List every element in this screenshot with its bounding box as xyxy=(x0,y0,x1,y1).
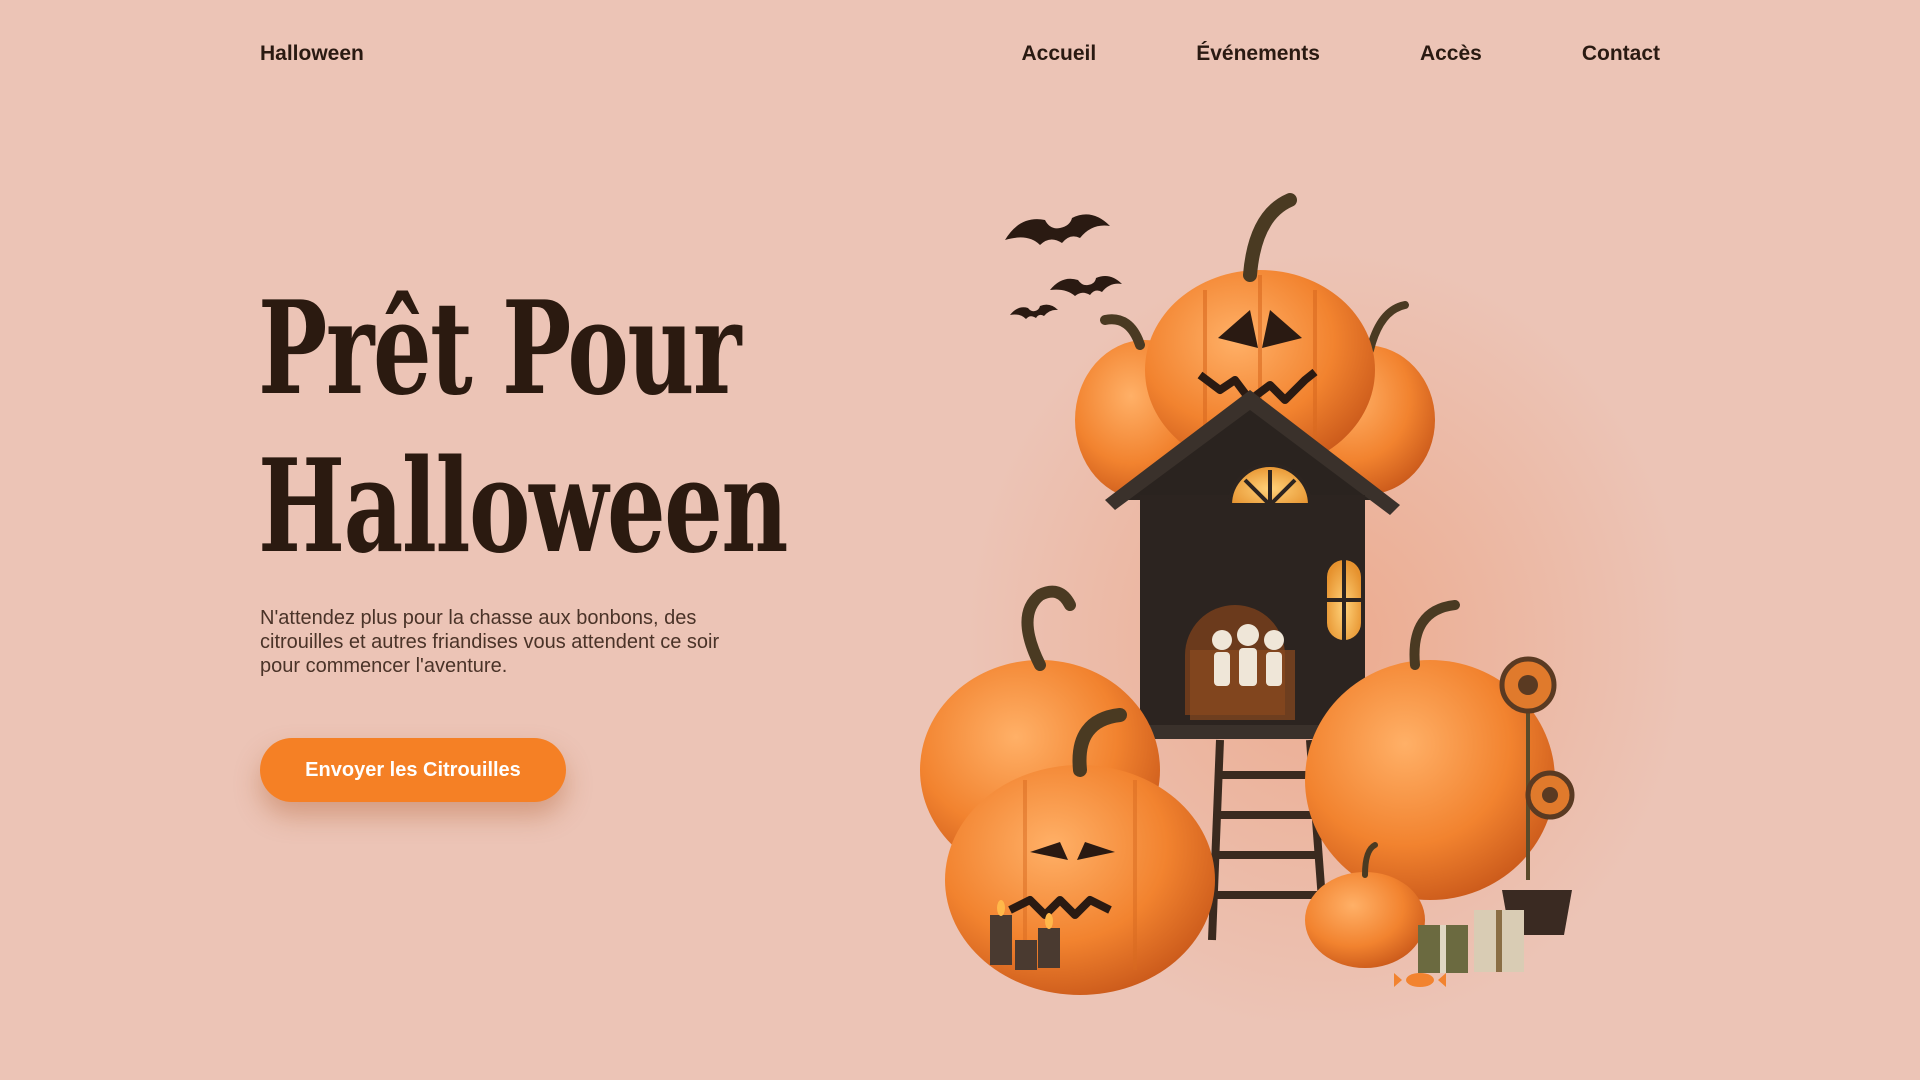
bat-icon xyxy=(1010,304,1058,319)
nav-link-contact[interactable]: Contact xyxy=(1582,42,1660,66)
gift-box-icon xyxy=(1418,910,1524,973)
main-nav: Accueil Événements Accès Contact xyxy=(1022,42,1661,66)
hero-title-line2: Halloween xyxy=(258,432,788,582)
bat-icon xyxy=(1005,214,1110,245)
nav-link-accueil[interactable]: Accueil xyxy=(1022,42,1097,66)
bat-icon xyxy=(1050,276,1122,296)
send-pumpkins-button[interactable]: Envoyer les Citrouilles xyxy=(260,738,566,802)
skeleton-icon xyxy=(1212,624,1284,686)
hero-title: Prêt Pour Halloween xyxy=(258,270,788,586)
haunted-house-scene xyxy=(920,193,1575,995)
nav-link-evenements[interactable]: Événements xyxy=(1196,42,1320,66)
landing-page: Halloween Accueil Événements Accès Conta… xyxy=(0,0,1920,1080)
hero-title-line1: Prêt Pour xyxy=(258,274,741,424)
halloween-illustration xyxy=(900,180,1720,1020)
brand-logo[interactable]: Halloween xyxy=(260,42,364,66)
candy-icon xyxy=(1394,973,1446,987)
hero-description: N'attendez plus pour la chasse aux bonbo… xyxy=(260,607,720,677)
nav-link-acces[interactable]: Accès xyxy=(1420,42,1482,66)
